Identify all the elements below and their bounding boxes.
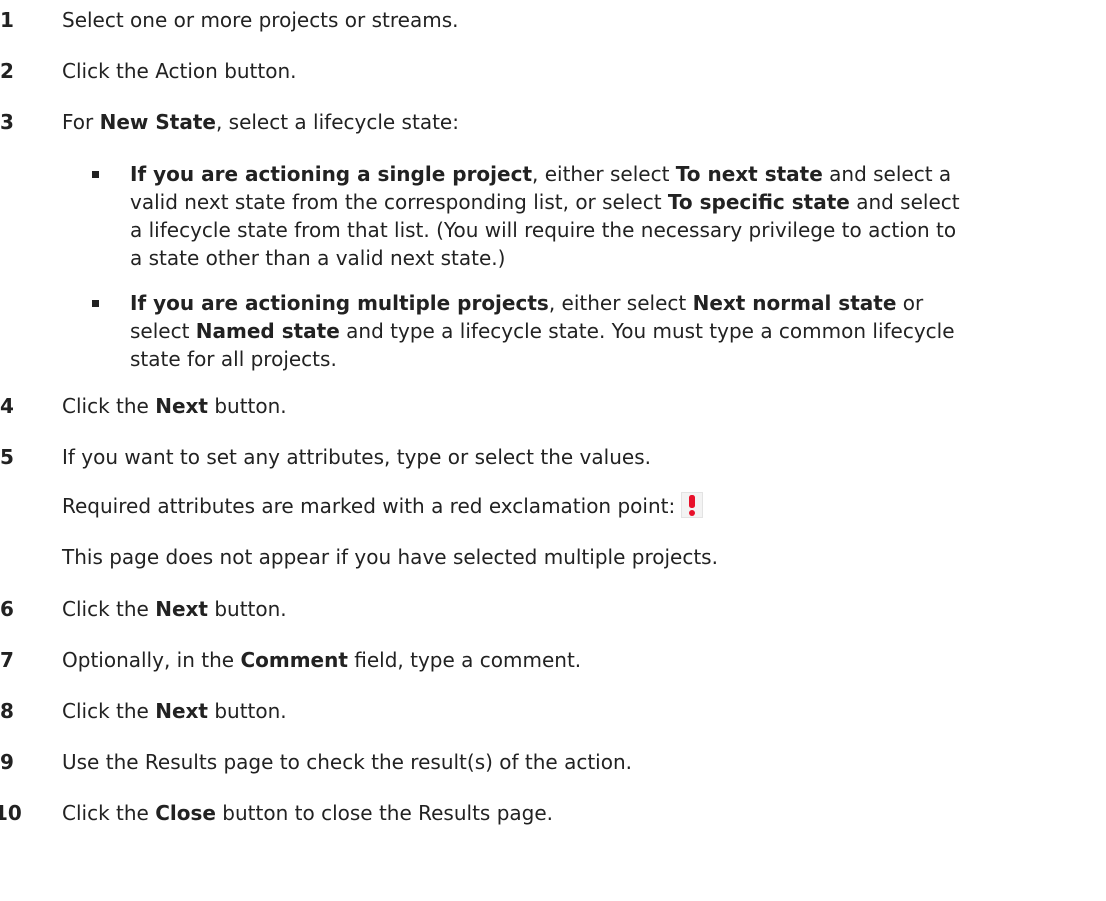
bullet-text-part: or [896,291,924,315]
step-number: 3 [0,110,14,134]
ui-term: Next normal state [692,291,897,315]
step-text: If you want to set any attributes, type … [62,445,651,469]
bullet-line: a lifecycle state from that list. (You w… [130,218,957,242]
bullet-line: If you are actioning multiple projects, … [130,289,1090,317]
bullet-text: If you are actioning multiple projects, … [130,289,1090,373]
step-number: 10 [0,801,22,825]
ui-term: New State [99,110,216,134]
step-text-part: button. [207,699,287,723]
bullet-line: valid next state from the corresponding … [130,188,1090,216]
bullet-text: If you are actioning a single project, e… [130,160,1090,272]
step-text: Click the Close button to close the Resu… [62,799,1092,827]
bullet-text-part: select [130,319,196,343]
step-text-part: button to close the Results page. [215,801,554,825]
red-exclamation-icon [681,492,704,518]
step-text-part: Click the [62,699,156,723]
step-text: Optionally, in the Comment field, type a… [62,646,1092,674]
step-text: For New State, select a lifecycle state: [62,108,1092,136]
bullet-line: a state other than a valid next state.) [130,246,506,270]
note-text: Required attributes are marked with a re… [62,494,676,518]
step-text: Click the Next button. [62,697,1092,725]
step-text-part: For [62,110,100,134]
ui-term: Comment [240,648,348,672]
step-text: Use the Results page to check the result… [62,750,633,774]
step-text: Select one or more projects or streams. [62,8,459,32]
bullet-text-part: , either select [548,291,693,315]
bullet-text-part: and type a lifecycle state. You must typ… [339,319,955,343]
ui-term: Next [155,699,208,723]
step-text: Click the Next button. [62,392,1092,420]
bullet-text-part: valid next state from the corresponding … [130,190,668,214]
ui-term: Next [155,394,208,418]
bullet-lead: If you are actioning multiple projects [130,291,549,315]
ui-term: To next state [675,162,823,186]
multiple-projects-note: This page does not appear if you have se… [62,545,718,569]
bullet-square-icon [92,171,99,178]
step-text-part: Optionally, in the [62,648,241,672]
bullet-lead: If you are actioning a single project [130,162,533,186]
step-text: Click the Action button. [62,59,297,83]
step-number: 2 [0,59,14,83]
step-text-part: button. [207,394,287,418]
ui-term: To specific state [667,190,850,214]
required-attributes-note: Required attributes are marked with a re… [62,492,1092,520]
step-text-part: button. [207,597,287,621]
step-text: Click the Next button. [62,595,1092,623]
step-number: 6 [0,597,14,621]
ui-term: Named state [195,319,340,343]
step-text-part: Click the [62,394,156,418]
step-text-part: , select a lifecycle state: [215,110,459,134]
bullet-text-part: and select [849,190,960,214]
step-number: 1 [0,8,14,32]
step-text-part: Click the [62,597,156,621]
bullet-line: If you are actioning a single project, e… [130,160,1090,188]
step-number: 7 [0,648,14,672]
bullet-text-part: , either select [532,162,676,186]
bullet-text-part: and select a [822,162,952,186]
step-number: 8 [0,699,14,723]
step-number: 4 [0,394,14,418]
step-text-part: field, type a comment. [347,648,582,672]
step-text-part: Click the [62,801,156,825]
bullet-line: select Named state and type a lifecycle … [130,317,1090,345]
bullet-square-icon [92,300,99,307]
step-number: 5 [0,445,14,469]
ui-term: Close [155,801,216,825]
step-number: 9 [0,750,14,774]
bullet-line: state for all projects. [130,347,337,371]
ui-term: Next [155,597,208,621]
